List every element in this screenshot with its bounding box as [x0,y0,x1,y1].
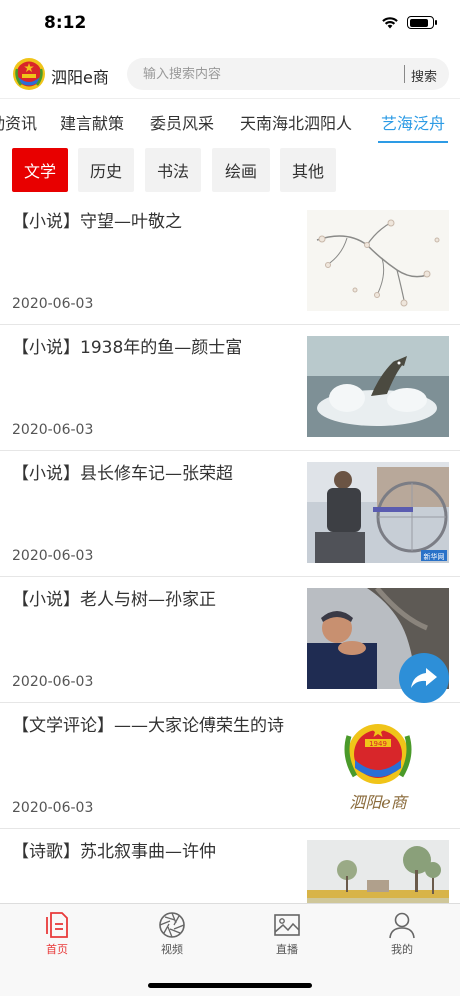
cppcc-logo-image[interactable]: 1949 泗阳e商 [307,714,449,815]
filter-history[interactable]: 历史 [78,148,134,192]
header: 泗阳e商 搜索 [0,50,460,98]
tabbar-live[interactable]: 直播 [257,910,317,957]
article-title[interactable]: 【小说】老人与树—孙家正 [12,587,294,613]
search-divider [404,65,405,83]
tabbar-label: 我的 [391,943,413,956]
status-bar: 8:12 [0,0,460,50]
person-icon [389,912,415,939]
filter-chips: 文学 历史 书法 绘画 其他 [0,143,460,199]
search-button[interactable]: 搜索 [411,66,437,85]
filter-calligraphy[interactable]: 书法 [145,148,201,192]
article-date: 2020-06-03 [12,800,94,816]
status-time: 8:12 [44,13,87,33]
filter-other[interactable]: 其他 [280,148,336,192]
article-date: 2020-06-03 [12,548,94,564]
article-date: 2020-06-03 [12,674,94,690]
battery-level [409,18,429,27]
image-icon [274,914,300,936]
cppcc-emblem-icon[interactable] [12,57,46,91]
search-input[interactable] [143,58,393,90]
tabbar-label: 直播 [276,943,298,956]
list-item[interactable]: 【文学评论】——大家论傅荣生的诗 2020-06-03 1949 泗阳e商 [0,703,460,829]
app-name: 泗阳e商 [51,68,109,87]
tabbar-label: 首页 [46,943,68,956]
jumping-fish-image[interactable] [307,336,449,437]
home-indicator [148,983,312,988]
bottom-tabbar: 首页 视频 直播 我的 [0,903,460,996]
tabbar-video[interactable]: 视频 [142,910,202,957]
tabbar-profile[interactable]: 我的 [372,910,432,957]
tab-suggestions[interactable]: 建言献策 [60,110,124,134]
article-list: 【小说】守望—叶敬之 2020-06-03 【小说】1938年的鱼—颜士富 20… [0,199,460,903]
tab-arts[interactable]: 艺海泛舟 [381,110,445,134]
bicycle-repair-image[interactable]: 新华网 [307,462,449,563]
article-date: 2020-06-03 [12,422,94,438]
document-icon [46,912,68,938]
list-item[interactable]: 【小说】老人与树—孙家正 2020-06-03 [0,577,460,703]
share-arrow-icon [411,668,437,688]
category-tabs: 动资讯 建言献策 委员风采 天南海北泗阳人 艺海泛舟 [0,98,460,143]
filter-painting[interactable]: 绘画 [212,148,270,192]
share-button[interactable] [399,653,449,703]
plum-blossom-image[interactable] [307,210,449,311]
article-title[interactable]: 【小说】县长修车记—张荣超 [12,461,294,487]
list-item[interactable]: 【小说】守望—叶敬之 2020-06-03 [0,199,460,325]
tabbar-label: 视频 [161,943,183,956]
article-title[interactable]: 【小说】守望—叶敬之 [12,209,294,235]
emblem-year: 1949 [369,740,387,748]
tab-siyang-people[interactable]: 天南海北泗阳人 [240,110,352,134]
tab-news[interactable]: 动资讯 [0,110,37,134]
article-title[interactable]: 【小说】1938年的鱼—颜士富 [12,335,294,361]
status-icons [381,16,437,29]
list-item[interactable]: 【小说】1938年的鱼—颜士富 2020-06-03 [0,325,460,451]
search-box[interactable]: 搜索 [127,58,449,90]
aperture-icon [159,912,185,938]
image-caption: 泗阳e商 [349,793,408,812]
filter-literature[interactable]: 文学 [12,148,68,192]
image-caption: 新华网 [424,552,445,561]
article-title[interactable]: 【诗歌】苏北叙事曲—许仲 [12,839,294,865]
wifi-icon [382,17,398,29]
tab-members[interactable]: 委员风采 [150,110,214,134]
battery-icon [407,16,437,29]
tabbar-home[interactable]: 首页 [27,910,87,957]
list-item[interactable]: 【小说】县长修车记—张荣超 2020-06-03 新华网 [0,451,460,577]
article-title[interactable]: 【文学评论】——大家论傅荣生的诗 [12,713,294,739]
list-item[interactable]: 【诗歌】苏北叙事曲—许仲 [0,829,460,903]
rural-landscape-image[interactable] [307,840,449,903]
article-date: 2020-06-03 [12,296,94,312]
